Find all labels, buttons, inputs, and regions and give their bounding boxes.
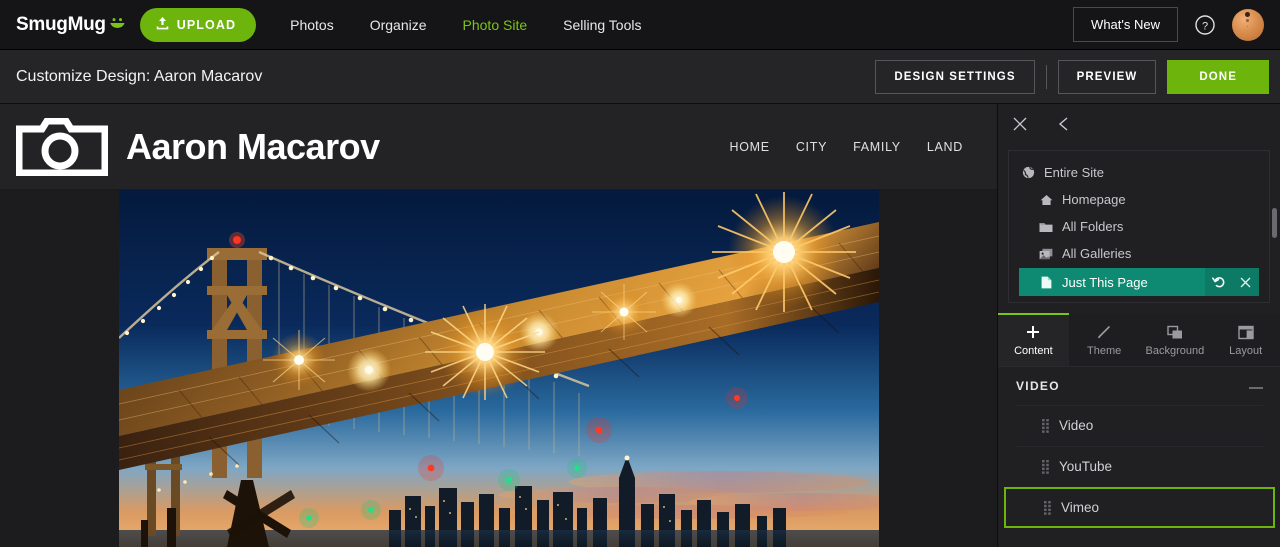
site-nav-city[interactable]: CITY: [796, 140, 827, 154]
scope-selector-list: Entire Site Homepage All Folders All Gal…: [1008, 150, 1270, 303]
layers-icon: [1167, 324, 1183, 340]
top-nav-right-cluster: What's New ?: [1073, 7, 1264, 42]
content-block-list: Video YouTube Vimeo: [998, 405, 1280, 547]
scope-row-actions: [1205, 268, 1259, 296]
plus-icon: [1026, 324, 1040, 340]
site-nav-family[interactable]: FAMILY: [853, 140, 901, 154]
tab-background[interactable]: Background: [1140, 313, 1211, 366]
scope-item-homepage[interactable]: Homepage: [1009, 186, 1269, 213]
smugmug-logo[interactable]: SmugMug: [16, 14, 126, 36]
customize-design-app: SmugMug UPLOAD Photos Organize Photo Sit…: [0, 0, 1280, 547]
scope-item-all-galleries[interactable]: All Galleries: [1009, 240, 1269, 267]
drag-handle-icon[interactable]: [1044, 500, 1051, 515]
camera-icon[interactable]: [15, 117, 109, 176]
video-section-header: VIDEO: [998, 367, 1280, 405]
scope-label: All Galleries: [1062, 246, 1132, 261]
panel-header: [998, 104, 1280, 144]
brand-name: SmugMug: [16, 13, 106, 35]
svg-text:?: ?: [1202, 20, 1208, 32]
site-nav-home[interactable]: HOME: [730, 140, 770, 154]
undo-icon[interactable]: [1205, 268, 1232, 296]
panel-tabs: Content Theme Background Layout: [998, 313, 1280, 367]
tab-label: Background: [1145, 345, 1205, 357]
close-icon[interactable]: [1232, 268, 1259, 296]
content-block-youtube[interactable]: YouTube: [1016, 446, 1263, 487]
upload-button[interactable]: UPLOAD: [139, 7, 257, 42]
panel-scrollbar[interactable]: [1272, 208, 1277, 238]
global-top-navigation: SmugMug UPLOAD Photos Organize Photo Sit…: [0, 0, 1280, 50]
smugmug-smiley-icon: [109, 16, 126, 33]
site-navigation: HOME CITY FAMILY LAND: [730, 140, 963, 154]
done-button[interactable]: DONE: [1167, 59, 1269, 94]
customize-design-toolbar: Customize Design: Aaron Macarov DESIGN S…: [0, 50, 1280, 104]
tab-label: Content: [1014, 345, 1053, 357]
drag-handle-icon[interactable]: [1042, 459, 1049, 474]
tab-layout[interactable]: Layout: [1210, 313, 1280, 366]
tab-theme[interactable]: Theme: [1069, 313, 1140, 366]
scope-label: Homepage: [1062, 192, 1126, 207]
home-icon: [1038, 193, 1054, 207]
tab-label: Layout: [1229, 345, 1263, 357]
content-block-label: Video: [1059, 418, 1094, 433]
toolbar-actions: DESIGN SETTINGS PREVIEW DONE: [875, 59, 1269, 94]
globe-icon: [1020, 166, 1036, 180]
scope-item-entire-site[interactable]: Entire Site: [1009, 159, 1269, 186]
photo-stage: [0, 190, 997, 547]
page-icon: [1038, 275, 1054, 289]
galleries-icon: [1038, 247, 1054, 261]
user-avatar[interactable]: [1232, 8, 1264, 41]
content-block-video[interactable]: Video: [1016, 405, 1263, 446]
scope-label: Just This Page: [1062, 274, 1148, 290]
upload-label: UPLOAD: [176, 17, 237, 32]
content-block-label: YouTube: [1059, 459, 1113, 474]
scope-item-all-folders[interactable]: All Folders: [1009, 213, 1269, 240]
page-title: Customize Design: Aaron Macarov: [16, 67, 263, 85]
upload-arrow-icon: [156, 16, 169, 33]
site-header: Aaron Macarov HOME CITY FAMILY LAND: [0, 104, 997, 190]
minus-icon[interactable]: [1249, 378, 1263, 394]
brush-icon: [1096, 324, 1112, 340]
close-icon[interactable]: [1008, 112, 1032, 136]
site-preview-area: Aaron Macarov HOME CITY FAMILY LAND: [0, 104, 997, 547]
nav-link-selling-tools[interactable]: Selling Tools: [563, 17, 641, 33]
content-block-label: Vimeo: [1061, 500, 1100, 515]
design-sidebar-panel: Entire Site Homepage All Folders All Gal…: [997, 104, 1280, 547]
scope-label: Entire Site: [1044, 165, 1104, 180]
content-block-vimeo[interactable]: Vimeo: [1004, 487, 1275, 528]
tab-label: Theme: [1087, 345, 1122, 357]
featured-photo[interactable]: [118, 190, 879, 547]
section-title: VIDEO: [1016, 379, 1060, 393]
question-circle-icon[interactable]: ?: [1194, 14, 1216, 36]
top-nav-links: Photos Organize Photo Site Selling Tools: [290, 17, 641, 33]
toolbar-divider: [1045, 64, 1047, 89]
scope-label: All Folders: [1062, 219, 1124, 234]
site-nav-land[interactable]: LAND: [927, 140, 963, 154]
nav-link-organize[interactable]: Organize: [370, 17, 427, 33]
preview-button[interactable]: PREVIEW: [1057, 59, 1157, 94]
scope-item-just-this-page[interactable]: Just This Page: [1019, 268, 1259, 296]
folder-icon: [1038, 220, 1054, 234]
site-title: Aaron Macarov: [126, 125, 380, 167]
tab-content[interactable]: Content: [998, 313, 1069, 366]
layout-icon: [1237, 324, 1254, 340]
drag-handle-icon[interactable]: [1042, 418, 1049, 433]
nav-link-photos[interactable]: Photos: [290, 17, 334, 33]
nav-link-photo-site[interactable]: Photo Site: [463, 17, 528, 33]
design-settings-button[interactable]: DESIGN SETTINGS: [875, 59, 1035, 94]
whats-new-button[interactable]: What's New: [1073, 7, 1178, 42]
chevron-left-icon[interactable]: [1052, 112, 1076, 136]
